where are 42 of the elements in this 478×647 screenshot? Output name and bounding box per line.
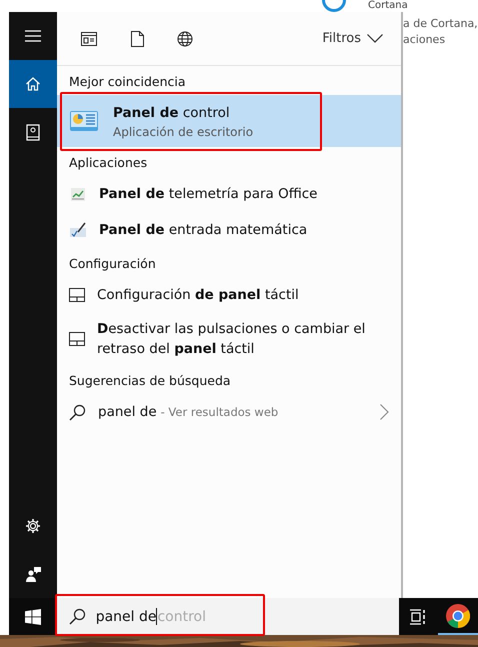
- pen-chart-icon: [69, 221, 87, 239]
- window-title: Cortana: [368, 0, 408, 12]
- chevron-right-icon: [380, 404, 389, 420]
- result-item[interactable]: Panel de telemetría para Office: [57, 176, 401, 212]
- item-title: Panel de telemetría para Office: [99, 185, 318, 204]
- settings-icon: [25, 518, 41, 534]
- background-text: a de Cortana,: [403, 16, 478, 32]
- filters-dropdown[interactable]: Filtros: [322, 27, 383, 50]
- browser-icon: [446, 604, 470, 628]
- globe-icon: [177, 30, 193, 46]
- result-item[interactable]: Panel de entrada matemática: [57, 212, 401, 248]
- search-icon: [68, 608, 86, 625]
- window-icon: [81, 32, 97, 46]
- item-title: Panel de control: [113, 104, 231, 123]
- section-heading: Mejor coincidencia: [68, 73, 187, 91]
- result-item[interactable]: Desactivar las pulsaciones o cambiar el retraso del panel táctil: [57, 313, 401, 365]
- section-heading: Aplicaciones: [68, 154, 148, 172]
- home-icon: [25, 76, 41, 92]
- section-heading: Configuración: [68, 255, 157, 273]
- item-subtitle: Aplicación de escritorio: [113, 125, 254, 139]
- touchpad-icon: [69, 332, 85, 346]
- chevron-down-icon: [367, 34, 383, 43]
- item-title: Desactivar las pulsaciones o cambiar el retraso del panel táctil: [97, 320, 366, 359]
- search-icon: [69, 404, 86, 420]
- home-button[interactable]: [9, 60, 57, 108]
- person-icon: [25, 566, 41, 582]
- control-panel-icon: [69, 109, 99, 133]
- background-text: aciones: [403, 32, 446, 48]
- task-view-icon: [410, 608, 426, 624]
- book-icon: [26, 124, 40, 140]
- section-heading: Sugerencias de búsqueda: [68, 372, 232, 390]
- web-results-label: - Ver resultados web: [160, 405, 278, 419]
- result-item[interactable]: panel de - Ver resultados web: [57, 394, 401, 430]
- document-icon: [130, 30, 144, 46]
- chart-icon: [69, 185, 87, 203]
- suggestion-text: panel de: [98, 403, 157, 422]
- touchpad-icon: [69, 288, 85, 302]
- menu-icon: [25, 30, 41, 42]
- item-title: Configuración de panel táctil: [97, 286, 299, 305]
- windows-icon: [24, 608, 41, 624]
- result-item[interactable]: Configuración de panel táctil: [57, 277, 401, 313]
- item-title: Panel de entrada matemática: [99, 221, 308, 240]
